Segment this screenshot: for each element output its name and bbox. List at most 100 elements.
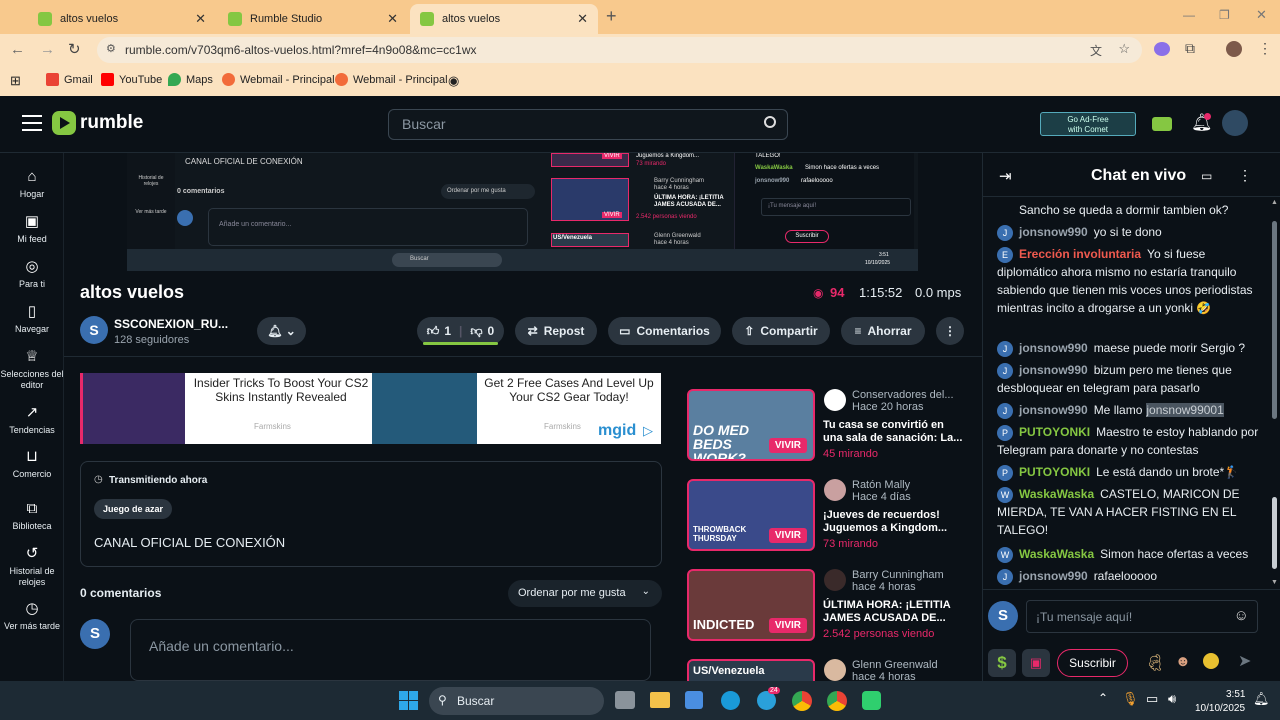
more-options-button[interactable]: ⋮ — [936, 317, 964, 345]
profile-avatar[interactable] — [1226, 41, 1242, 57]
store-icon[interactable] — [685, 691, 703, 709]
chat-avatar[interactable]: J — [997, 568, 1013, 585]
rumble-logo-icon[interactable] — [52, 111, 76, 135]
chat-username[interactable]: jonsnow990 — [1019, 341, 1088, 355]
chat-avatar[interactable]: P — [997, 424, 1013, 441]
video-author[interactable]: Barry Cunningham — [852, 569, 944, 581]
volume-icon[interactable]: 🔊︎ — [1168, 691, 1176, 707]
translate-icon[interactable]: 文 — [1090, 42, 1102, 59]
bookmark-maps[interactable]: Maps — [168, 73, 213, 86]
hamburger-menu-icon[interactable] — [22, 115, 42, 131]
browser-tab[interactable]: altos vuelos ✕ — [28, 4, 216, 34]
microphone-icon[interactable]: 🎙︎ — [1122, 691, 1139, 707]
nav-item-feed[interactable]: ▣ Mi feed — [0, 214, 64, 245]
reload-icon[interactable]: ↻ — [68, 40, 81, 58]
close-tab-icon[interactable]: ✕ — [387, 11, 398, 27]
browser-menu-icon[interactable]: ⋮ — [1258, 40, 1272, 57]
new-tab-icon[interactable]: + — [606, 6, 617, 27]
channel-name[interactable]: SSCONEXION_RU... — [114, 317, 228, 331]
video-thumbnail[interactable]: THROWBACK THURSDAY VIVIR — [687, 479, 815, 551]
ad-title[interactable]: Get 2 Free Cases And Level Up Your CS2 G… — [481, 376, 657, 404]
file-explorer-icon[interactable] — [650, 692, 670, 708]
video-thumbnail[interactable]: DO MED BEDS WORK? VIVIR — [687, 389, 815, 461]
network-icon[interactable]: ▭ — [1146, 691, 1158, 707]
globe-icon[interactable]: ◉ — [448, 73, 459, 89]
extension-icon[interactable] — [1154, 42, 1170, 56]
channel-avatar[interactable] — [824, 659, 846, 681]
search-icon[interactable] — [764, 116, 776, 128]
go-live-icon[interactable] — [1152, 117, 1172, 131]
chat-avatar[interactable]: E — [997, 246, 1013, 263]
bookmark-webmail[interactable]: Webmail - Principal — [335, 73, 448, 86]
popout-chat-icon[interactable]: ▭ — [1201, 169, 1212, 183]
nav-item-history[interactable]: ↺ Historial de relojes — [0, 546, 64, 588]
send-icon[interactable]: ➤ — [1238, 651, 1251, 671]
emote-face-icon[interactable]: ☻ — [1175, 653, 1191, 670]
comments-button[interactable]: ▭ Comentarios — [608, 317, 721, 345]
chrome-icon[interactable] — [792, 691, 812, 711]
go-adfree-button[interactable]: Go Ad-Free with Comet — [1040, 112, 1136, 136]
category-chip[interactable]: Juego de azar — [94, 499, 173, 519]
chat-avatar[interactable]: P — [997, 464, 1013, 481]
channel-avatar[interactable] — [824, 569, 846, 591]
chat-scrollbar[interactable]: ▲ ▼ — [1270, 199, 1278, 589]
chat-avatar[interactable]: W — [997, 486, 1013, 503]
chat-username[interactable]: Erección involuntaria — [1019, 247, 1141, 261]
bookmark-gmail[interactable]: Gmail — [46, 73, 93, 86]
nav-item-for-you[interactable]: ◎ Para ti — [0, 259, 64, 290]
chat-avatar[interactable]: J — [997, 340, 1013, 357]
ad-image-rifle[interactable] — [80, 373, 185, 444]
ad-image-character[interactable] — [372, 373, 477, 444]
coin-icon[interactable] — [1203, 653, 1219, 669]
chat-username[interactable]: PUTOYONKI — [1019, 425, 1090, 439]
chat-username[interactable]: jonsnow990 — [1019, 363, 1088, 377]
related-video-card[interactable]: DO MED BEDS WORK? VIVIR Conservadores de… — [687, 389, 977, 461]
video-title[interactable]: ¡Jueves de recuerdos! Juguemos a Kingdom… — [823, 509, 963, 535]
apps-grid-icon[interactable]: ⊞ — [10, 73, 21, 89]
browser-tab-active[interactable]: altos vuelos ✕ — [410, 4, 598, 34]
chat-username[interactable]: WaskaWaska — [1019, 547, 1094, 561]
nav-item-trending[interactable]: ↗ Tendencias — [0, 405, 64, 436]
nav-item-watch-later[interactable]: ◷ Ver más tarde — [0, 601, 64, 632]
browser-tab[interactable]: Rumble Studio ✕ — [218, 4, 408, 34]
related-video-card[interactable]: THROWBACK THURSDAY VIVIR Ratón Mally Hac… — [687, 479, 977, 551]
chat-username[interactable]: PUTOYONKI — [1019, 465, 1090, 479]
video-author[interactable]: Glenn Greenwald — [852, 659, 938, 671]
video-title[interactable]: Tu casa se convirtió en una sala de sana… — [823, 419, 963, 445]
task-view-icon[interactable] — [615, 691, 635, 709]
chat-options-icon[interactable]: ⋮ — [1238, 167, 1252, 184]
maximize-icon[interactable]: ❐ — [1219, 8, 1230, 22]
thumbs-down-icon[interactable]: 👎︎ — [470, 324, 482, 339]
related-video-card[interactable]: US/Venezuela Glenn Greenwald hace 4 hora… — [687, 659, 977, 681]
channel-avatar[interactable]: S — [80, 316, 108, 344]
nav-item-library[interactable]: ⧉ Biblioteca — [0, 501, 64, 532]
taskbar-search[interactable]: ⚲ Buscar — [429, 687, 604, 715]
clock-time[interactable]: 3:51 — [1226, 689, 1245, 700]
windows-start-icon[interactable] — [399, 691, 418, 710]
ad-title[interactable]: Insider Tricks To Boost Your CS2 Skins I… — [190, 376, 372, 404]
repost-button[interactable]: ⇄ Repost — [515, 317, 597, 345]
forward-icon[interactable]: → — [40, 41, 55, 58]
bookmark-star-icon[interactable]: ☆ — [1118, 41, 1130, 57]
extensions-puzzle-icon[interactable]: ⧉ — [1185, 40, 1195, 57]
chat-username[interactable]: WaskaWaska — [1019, 487, 1094, 501]
rumble-logo[interactable]: rumble — [80, 112, 143, 134]
subscribe-button[interactable]: Suscribir — [1057, 649, 1128, 677]
chevron-up-icon[interactable]: ⌃ — [1098, 691, 1108, 705]
collapse-chat-icon[interactable]: ⇥ — [999, 167, 1012, 185]
search-input[interactable]: Buscar — [388, 109, 788, 140]
notification-center-icon[interactable]: 🔔︎ — [1253, 691, 1270, 707]
notification-toggle-button[interactable]: 🔔︎ ⌄ — [257, 317, 306, 345]
site-info-icon[interactable]: ⚙ — [106, 42, 116, 55]
emoji-icon[interactable]: ☺ — [1234, 607, 1249, 624]
video-thumbnail[interactable]: US/Venezuela — [687, 659, 815, 681]
video-author[interactable]: Ratón Mally — [852, 479, 910, 491]
video-title[interactable]: ÚLTIMA HORA: ¡LETITIA JAMES ACUSADA DE..… — [823, 599, 963, 625]
chat-username[interactable]: jonsnow990 — [1019, 569, 1088, 583]
channel-avatar[interactable] — [824, 389, 846, 411]
thumbs-up-icon[interactable]: 👍︎ — [427, 324, 440, 339]
mgid-logo[interactable]: mgid — [598, 422, 636, 440]
close-tab-icon[interactable]: ✕ — [577, 11, 588, 27]
chat-avatar[interactable]: J — [997, 224, 1013, 241]
bookmark-youtube[interactable]: YouTube — [101, 73, 162, 86]
